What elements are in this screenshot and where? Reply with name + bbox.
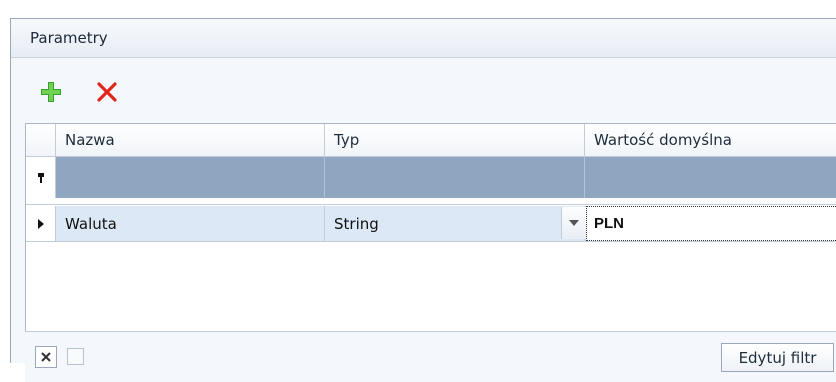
- panel-title: Parametry: [30, 29, 108, 47]
- filter-footer: Edytuj filtr: [25, 331, 836, 382]
- filter-row: [26, 157, 836, 198]
- column-header-nazwa[interactable]: Nazwa: [56, 124, 325, 157]
- column-header-wartosc[interactable]: Wartość domyślna: [585, 124, 836, 157]
- column-header-label: Wartość domyślna: [594, 131, 732, 149]
- edit-filter-button[interactable]: Edytuj filtr: [721, 343, 834, 372]
- table-row[interactable]: Waluta String PLN: [26, 206, 836, 242]
- type-dropdown-button[interactable]: [561, 207, 586, 239]
- column-header-label: Nazwa: [65, 131, 115, 149]
- cell-text: Waluta: [65, 214, 117, 233]
- parameters-panel: Parametry Nazwa Typ Wartość domyślna Wal…: [10, 18, 836, 382]
- parameters-grid: Nazwa Typ Wartość domyślna Waluta String…: [25, 123, 836, 331]
- filter-enable-checkbox[interactable]: [67, 348, 84, 365]
- filter-cell-nazwa[interactable]: [56, 157, 325, 198]
- plus-icon: [41, 82, 61, 102]
- delete-x-icon: [97, 82, 117, 102]
- edit-filter-label: Edytuj filtr: [738, 348, 817, 367]
- clear-filter-x-icon: [41, 352, 51, 362]
- column-header-typ[interactable]: Typ: [325, 124, 585, 157]
- cell-nazwa[interactable]: Waluta: [56, 206, 325, 241]
- header-corner: [26, 124, 56, 157]
- cell-text: String: [334, 214, 379, 233]
- clear-filter-button[interactable]: [35, 346, 57, 368]
- add-button[interactable]: [37, 78, 65, 106]
- toolbar: [11, 58, 836, 122]
- default-value-input[interactable]: PLN: [586, 206, 836, 241]
- column-header-label: Typ: [334, 131, 360, 149]
- filter-cell-wartosc[interactable]: [585, 157, 836, 198]
- filter-separator: [26, 198, 836, 205]
- row-indicator: [26, 206, 56, 241]
- delete-button[interactable]: [93, 78, 121, 106]
- panel-header: Parametry: [11, 19, 836, 58]
- row-pointer-icon: [37, 218, 44, 229]
- filter-cell-typ[interactable]: [325, 157, 585, 198]
- filter-pin-icon: [37, 172, 44, 183]
- cell-text: PLN: [594, 215, 624, 232]
- filter-row-indicator: [26, 157, 56, 198]
- cell-typ[interactable]: String: [325, 206, 585, 241]
- chevron-down-icon: [569, 220, 579, 226]
